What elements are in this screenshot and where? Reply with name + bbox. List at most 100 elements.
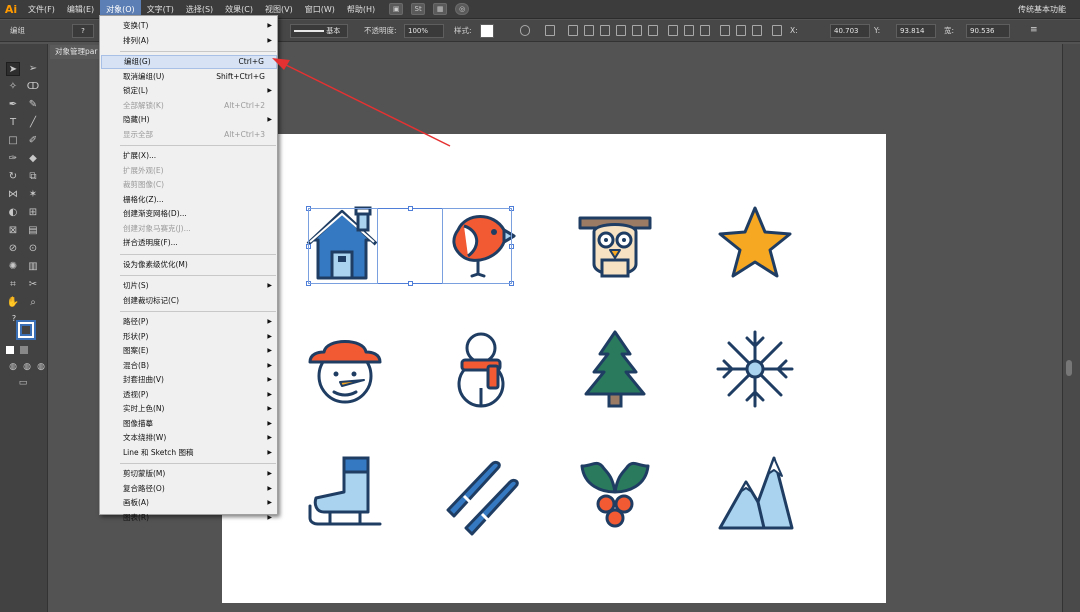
menu-option[interactable]: 设为像素级优化(M) xyxy=(101,258,277,272)
opacity-input[interactable]: 100% xyxy=(404,24,444,38)
rectangle-tool-icon[interactable]: □ xyxy=(6,134,20,148)
stroke-swatch[interactable] xyxy=(20,324,32,336)
menu-option[interactable]: 剪切蒙版(M) ▶ xyxy=(101,467,277,481)
menu-item[interactable]: 窗口(W) xyxy=(299,0,341,19)
menu-option[interactable]: 取消编组(U) Shift+Ctrl+G xyxy=(101,70,277,84)
mountains-icon[interactable] xyxy=(712,452,798,538)
menu-option[interactable]: 切片(S) ▶ xyxy=(101,279,277,293)
menu-option[interactable]: 复合路径(O) ▶ xyxy=(101,482,277,496)
puppet-warp-tool-icon[interactable]: ✶ xyxy=(26,188,40,202)
align-icon[interactable] xyxy=(545,25,555,36)
transform-reference-icon[interactable] xyxy=(772,25,782,36)
eraser-tool-icon[interactable]: ◆ xyxy=(26,152,40,166)
curvature-tool-icon[interactable]: ✎ xyxy=(26,98,40,112)
selection-tool-icon[interactable]: ➤ xyxy=(6,62,20,76)
menu-option[interactable]: 栅格化(Z)... xyxy=(101,193,277,207)
menu-option[interactable]: Line 和 Sketch 图稿 ▶ xyxy=(101,446,277,460)
hand-tool-icon[interactable]: ✋ xyxy=(6,296,20,310)
gradient-mode-icon[interactable] xyxy=(20,346,28,354)
width-tool-icon[interactable]: ⋈ xyxy=(6,188,20,202)
owl-icon[interactable] xyxy=(572,200,658,286)
menu-option[interactable]: 创建渐变网格(D)... xyxy=(101,207,277,221)
snowman-scarf-icon[interactable] xyxy=(438,326,524,412)
gpu-performance-icon[interactable]: ◎ xyxy=(455,3,470,15)
screen-mode-icon[interactable]: ▭ xyxy=(16,376,30,390)
menu-item[interactable]: 文件(F) xyxy=(22,0,61,19)
recolor-icon[interactable] xyxy=(520,25,530,36)
menu-option[interactable]: 图表(R) ▶ xyxy=(101,511,277,525)
graphic-style-swatch[interactable] xyxy=(480,24,494,38)
distribute-bottom-icon[interactable] xyxy=(700,25,710,36)
column-graph-tool-icon[interactable]: ▥ xyxy=(26,260,40,274)
holly-berries-icon[interactable] xyxy=(572,452,658,538)
align-bottom-icon[interactable] xyxy=(648,25,658,36)
blend-tool-icon[interactable]: ⊙ xyxy=(26,242,40,256)
stock-icon[interactable]: St xyxy=(411,3,426,15)
menu-option[interactable]: 文本绕排(W) ▶ xyxy=(101,431,277,445)
menu-icon[interactable]: ≡ xyxy=(1030,25,1040,36)
document-tab[interactable]: 对象管理par xyxy=(50,45,102,59)
menu-option[interactable]: 创建裁切标记(C) xyxy=(101,294,277,308)
distribute-middle-icon[interactable] xyxy=(684,25,694,36)
align-center-icon[interactable] xyxy=(584,25,594,36)
pine-tree-icon[interactable] xyxy=(572,326,658,412)
mesh-tool-icon[interactable]: ⊠ xyxy=(6,224,20,238)
artboard[interactable] xyxy=(222,134,886,603)
stroke-style-dropdown[interactable]: 基本 xyxy=(290,24,348,38)
eyedropper-tool-icon[interactable]: ⊘ xyxy=(6,242,20,256)
menu-item[interactable]: 帮助(H) xyxy=(341,0,381,19)
shape-builder-tool-icon[interactable]: ◐ xyxy=(6,206,20,220)
menu-option[interactable]: 混合(B) ▶ xyxy=(101,359,277,373)
resize-handle-n[interactable] xyxy=(408,206,413,211)
draw-inside-icon[interactable]: ◍ xyxy=(34,360,48,374)
menu-item[interactable]: 编辑(E) xyxy=(61,0,100,19)
artboard-tool-icon[interactable]: ⌗ xyxy=(6,278,20,292)
shaper-tool-icon[interactable]: ✑ xyxy=(6,152,20,166)
menu-option[interactable]: 隐藏(H) ▶ xyxy=(101,113,277,127)
menu-option[interactable]: 编组(G) Ctrl+G xyxy=(101,55,277,69)
menu-option[interactable]: 图案(E) ▶ xyxy=(101,344,277,358)
menu-option[interactable]: 封套扭曲(V) ▶ xyxy=(101,373,277,387)
scale-tool-icon[interactable]: ⧉ xyxy=(26,170,40,184)
paintbrush-tool-icon[interactable]: ✐ xyxy=(26,134,40,148)
snowflake-icon[interactable] xyxy=(712,326,798,412)
align-middle-icon[interactable] xyxy=(632,25,642,36)
skis-icon[interactable] xyxy=(438,452,524,538)
pen-tool-icon[interactable]: ✒ xyxy=(6,98,20,112)
align-right-icon[interactable] xyxy=(600,25,610,36)
rotate-tool-icon[interactable]: ↻ xyxy=(6,170,20,184)
resize-handle-s[interactable] xyxy=(408,281,413,286)
menu-option[interactable]: 锁定(L) ▶ xyxy=(101,84,277,98)
distribute-right-icon[interactable] xyxy=(752,25,762,36)
menu-option[interactable]: 透视(P) ▶ xyxy=(101,388,277,402)
draw-behind-icon[interactable]: ◍ xyxy=(20,360,34,374)
direct-selection-tool-icon[interactable]: ➢ xyxy=(26,62,40,76)
perspective-grid-tool-icon[interactable]: ⊞ xyxy=(26,206,40,220)
star-icon[interactable] xyxy=(712,200,798,286)
workspace-switcher[interactable]: 传统基本功能 xyxy=(1018,0,1066,19)
menu-option[interactable]: 拼合透明度(F)... xyxy=(101,236,277,250)
gradient-tool-icon[interactable]: ▤ xyxy=(26,224,40,238)
distribute-top-icon[interactable] xyxy=(668,25,678,36)
menu-option[interactable]: 变换(T) ▶ xyxy=(101,19,277,33)
lasso-tool-icon[interactable]: ↀ xyxy=(26,80,40,94)
menu-option[interactable]: 排列(A) ▶ xyxy=(101,34,277,48)
fill-color-swatch[interactable]: ? xyxy=(72,24,94,38)
slice-tool-icon[interactable]: ✂ xyxy=(26,278,40,292)
bridge-icon[interactable]: ▣ xyxy=(389,3,404,15)
line-tool-icon[interactable]: ╱ xyxy=(26,116,40,130)
align-top-icon[interactable] xyxy=(616,25,626,36)
vertical-scrollbar[interactable] xyxy=(1066,360,1072,376)
ice-skate-icon[interactable] xyxy=(302,452,388,538)
symbol-sprayer-tool-icon[interactable]: ✺ xyxy=(6,260,20,274)
arrange-documents-icon[interactable]: ▦ xyxy=(433,3,448,15)
magic-wand-tool-icon[interactable]: ✧ xyxy=(6,80,20,94)
menu-option[interactable]: 扩展(X)... xyxy=(101,149,277,163)
distribute-left-icon[interactable] xyxy=(720,25,730,36)
zoom-tool-icon[interactable]: ⌕ xyxy=(26,296,40,310)
draw-normal-icon[interactable]: ◍ xyxy=(6,360,20,374)
y-input[interactable]: 93.814 xyxy=(896,24,936,38)
align-left-icon[interactable] xyxy=(568,25,578,36)
distribute-center-icon[interactable] xyxy=(736,25,746,36)
menu-option[interactable]: 形状(P) ▶ xyxy=(101,330,277,344)
